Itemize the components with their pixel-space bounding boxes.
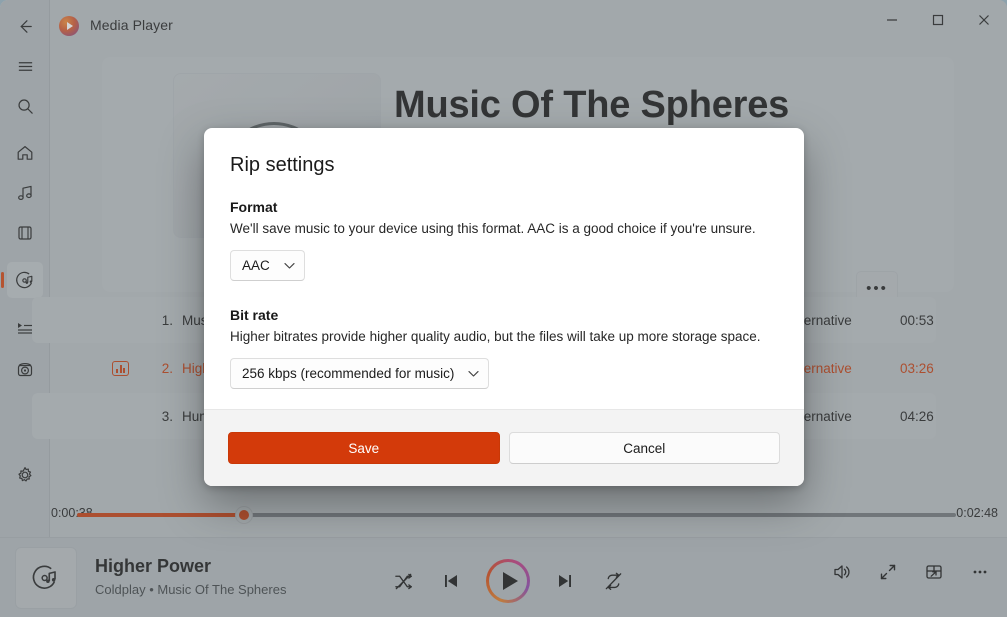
chevron-down-icon xyxy=(284,262,295,270)
bitrate-select[interactable]: 256 kbps (recommended for music) xyxy=(230,358,490,389)
format-select[interactable]: AAC xyxy=(230,250,305,281)
rip-settings-dialog: Rip settings Format We'll save music to … xyxy=(204,128,804,486)
dialog-title: Rip settings xyxy=(230,154,335,176)
chevron-down-icon xyxy=(468,370,479,378)
cancel-button[interactable]: Cancel xyxy=(508,432,780,464)
format-label: Format xyxy=(230,199,278,215)
save-button[interactable]: Save xyxy=(228,432,500,464)
format-select-value: AAC xyxy=(242,258,270,273)
bitrate-label: Bit rate xyxy=(230,307,279,323)
media-player-window: Media Player Music Of The Spheres ••• 1.… xyxy=(0,0,1007,617)
window-frame: Media Player Music Of The Spheres ••• 1.… xyxy=(0,0,1007,617)
bitrate-select-value: 256 kbps (recommended for music) xyxy=(242,366,455,381)
dialog-body: Rip settings Format We'll save music to … xyxy=(204,128,804,409)
dialog-footer: Save Cancel xyxy=(204,409,804,486)
format-description: We'll save music to your device using th… xyxy=(230,221,756,236)
bitrate-description: Higher bitrates provide higher quality a… xyxy=(230,329,761,344)
